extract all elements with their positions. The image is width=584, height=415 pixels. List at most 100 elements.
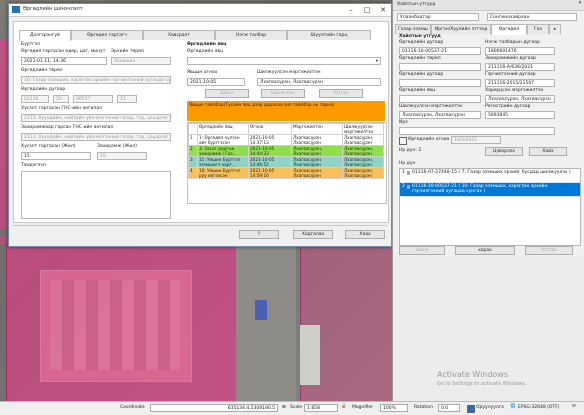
maximize-icon[interactable]: □ (359, 4, 375, 16)
note-textarea[interactable] (21, 171, 171, 219)
status-label: Эрхийн төрөл (111, 49, 144, 54)
years-field[interactable]: 15 (21, 152, 91, 160)
panel-new-button[interactable]: Шинэ (399, 246, 445, 255)
flow-label-r: Өргөдлийн явц (399, 88, 436, 93)
citizen-field[interactable] (399, 127, 555, 135)
tab-parcel[interactable]: Нэгж талбар (215, 30, 287, 40)
tab-scroll-right[interactable]: ▸ (549, 24, 561, 34)
render-checkbox[interactable] (467, 405, 475, 413)
cert-label: Өргөдлийн дугаар (399, 72, 444, 77)
flow-date-label: Явцын огноо (187, 70, 218, 75)
list-item[interactable]: 1 01116-07-27448-15 ( 7: Газар эзэмших эр… (400, 169, 580, 183)
panel-delete-button[interactable]: Устгах (525, 246, 573, 255)
district-select[interactable]: Сонгинохайрхан (487, 13, 577, 21)
cell-to: Лхагвасүрэн, Лхагвасүрэн (342, 167, 384, 179)
app-type-field[interactable]: 10: Газар эзэмших, хэрэглэх эрхийн гэрчи… (21, 76, 171, 84)
app-number-part3[interactable]: 00537 (73, 95, 113, 103)
dialog-title: Өргөдлийн шинэчлэлт (23, 6, 83, 12)
flow-select-r[interactable] (399, 95, 481, 103)
officer-label-r: Шилжүүлсэн мэргэжилтэн (399, 104, 463, 109)
cell-n: 1 (188, 134, 198, 146)
tab-application[interactable]: Өргөдөл (491, 24, 527, 35)
tab-applicant[interactable]: Өргөдөл гаргагч (71, 30, 143, 40)
cell-date: 2021-10-05 14:44:33 (248, 145, 292, 157)
app-number-part4[interactable]: 21 (117, 95, 137, 103)
magnifier-field[interactable]: 100% (380, 404, 408, 412)
table-row[interactable]: 1 1: Өргөдөл хүлээн авч бүртгэсэн 2021-10-… (188, 134, 384, 146)
close-icon[interactable]: ✕ (375, 4, 391, 16)
years2-field[interactable]: 15 (97, 152, 147, 160)
app-number-label: Өргөдлийн дугаар (21, 87, 66, 92)
crs-label[interactable]: EPSG:32648 (OTF) (518, 405, 560, 410)
watermark-sub: Go to Settings to activate Windows. (437, 381, 527, 387)
app-no-field[interactable]: 01116-10-00537-21 (399, 47, 481, 55)
flow-select[interactable]: ▾ (187, 57, 381, 65)
table-row[interactable]: 4 10: Уяшин Бүртгэл руу илгээсэн 2021-10-0… (188, 167, 384, 179)
table-row[interactable]: 3 11: Уяшин Бүртгэл эзэмшигч нарт... 2021-… (188, 156, 384, 168)
delete-button[interactable]: Устгах (319, 89, 363, 98)
cert-field[interactable] (399, 79, 481, 87)
tab-details[interactable]: Дэлгэрэнгүй (19, 30, 71, 41)
officer-field-r[interactable]: Лхагвасүрэн, Лхагвасүрэн (399, 111, 481, 119)
cell-n: 2 (188, 145, 198, 157)
panel-close-icon[interactable]: ✕ (578, 1, 582, 6)
cell-to: Лхагвасүрэн, Лхагвасүрэн (342, 134, 384, 146)
purpose2-field[interactable]: 2111: Хүүхдийн, нийтийн үйлчилгээний газ… (21, 133, 171, 141)
lock-icon[interactable]: 🔒 (341, 404, 347, 409)
app-type-select[interactable] (399, 63, 481, 71)
date-check-label: Өргөдлийн огноо (408, 137, 450, 142)
tab-land[interactable]: Газ (527, 24, 549, 34)
save-button[interactable]: Хадгалах (293, 230, 333, 239)
order-field[interactable]: 211116-А/636/2021 (485, 63, 555, 71)
tab-citizen[interactable]: Иргэн/Хуулийн этгээд (431, 24, 491, 34)
dialog-titlebar: Өргөдлийн шинэчлэлт – □ ✕ (9, 4, 391, 17)
cell-date: 2021-10-05 14:59:16 (248, 167, 292, 179)
purpose-field[interactable]: 2111: Хүүхдийн, нийтийн үйлчилгээний газ… (21, 114, 171, 122)
reg-no-field[interactable]: 5693845 (485, 111, 555, 119)
flow-title: Өргөдлийн явц (187, 42, 227, 47)
parcel-label: Нэгж талбарын дугаар (485, 40, 540, 45)
minimize-icon[interactable]: – (343, 4, 359, 16)
tab-attachment[interactable]: Хавсралт (143, 30, 215, 40)
table-row[interactable]: 2 3: Засаг даргын захирамж / Газ... 2021-1… (188, 145, 384, 157)
list-item[interactable]: 2 01116-10-00537-21 ( 10: Газар эзэмших, … (400, 183, 580, 197)
parcel-field[interactable]: 1806601476 (485, 47, 555, 55)
new-button[interactable]: Шинэ (205, 89, 249, 98)
date-field[interactable]: 2021-01-11, 14:36 (21, 57, 107, 65)
tab-possession[interactable]: Газар эзэмш (395, 24, 431, 34)
clear-button[interactable]: Цэвэрлэх (485, 147, 523, 156)
reg-label: Хариуцсан мэргэжилтэн (485, 88, 544, 93)
cell-officer: Лхагвасүрэн, Лхагвасүрэн (291, 156, 343, 168)
cert-label2: Гэрчилгээний дугаар (485, 72, 536, 77)
flow-date-field[interactable]: 2021-10-05 (187, 78, 245, 86)
search-button[interactable]: Хайх (529, 147, 567, 156)
panel-view-button[interactable]: харах (455, 246, 515, 255)
cert-field2[interactable]: 211116-2015/21507 (485, 79, 555, 87)
cell-step: 3: Засаг даргын захирамж / Газ... (197, 145, 249, 157)
flow-grid: Өргөдлийн явц Огноо Мэргэжилтэн Шилжүүлс… (187, 122, 387, 204)
help-button[interactable]: ? (239, 230, 279, 239)
coord-field[interactable]: 635134.4,5308180.5 (150, 404, 278, 412)
purpose2-label: Захирамжаар гарсан ГНС-ийн ангилал (21, 125, 114, 130)
road (236, 244, 296, 401)
cell-step: 11: Уяшин Бүртгэл эзэмшигч нарт... (197, 156, 249, 168)
update-button[interactable]: Шинэчлэх (261, 89, 305, 98)
app-number-part1[interactable]: 01116 (21, 95, 49, 103)
cell-officer: Лхагвасүрэн, Лхагвасүрэн (291, 134, 343, 146)
messages-icon[interactable]: ✉ (572, 404, 576, 409)
rotation-field[interactable]: 0.0 (438, 404, 460, 412)
close-button[interactable]: Хаах (345, 230, 385, 239)
watermark-title: Activate Windows (437, 370, 509, 379)
date-checkbox[interactable] (399, 137, 407, 145)
resp-field[interactable]: Лхагвасүрэн, Лхагвасүрэн (485, 95, 555, 103)
scale-field[interactable]: 1:858 (304, 404, 338, 412)
scale-label: Scale (290, 405, 303, 410)
tab-output[interactable]: Шүүлтийн гарц (287, 30, 371, 40)
flow-officer-field[interactable]: Лхагвасүрэн, Лхагвасүрэн (257, 78, 381, 86)
status-field[interactable]: Эзэмших (111, 57, 171, 65)
status-bar: Coordinate 635134.4,5308180.5 ⊞ Scale 1:… (0, 401, 584, 415)
date-check-field[interactable]: 10/5/2021 (451, 136, 501, 144)
app-number-part2[interactable]: 10 (53, 95, 69, 103)
cell-date: 2021-10-05 14:37:13 (248, 134, 292, 146)
city-select[interactable]: Улаанбаатар (397, 13, 479, 21)
